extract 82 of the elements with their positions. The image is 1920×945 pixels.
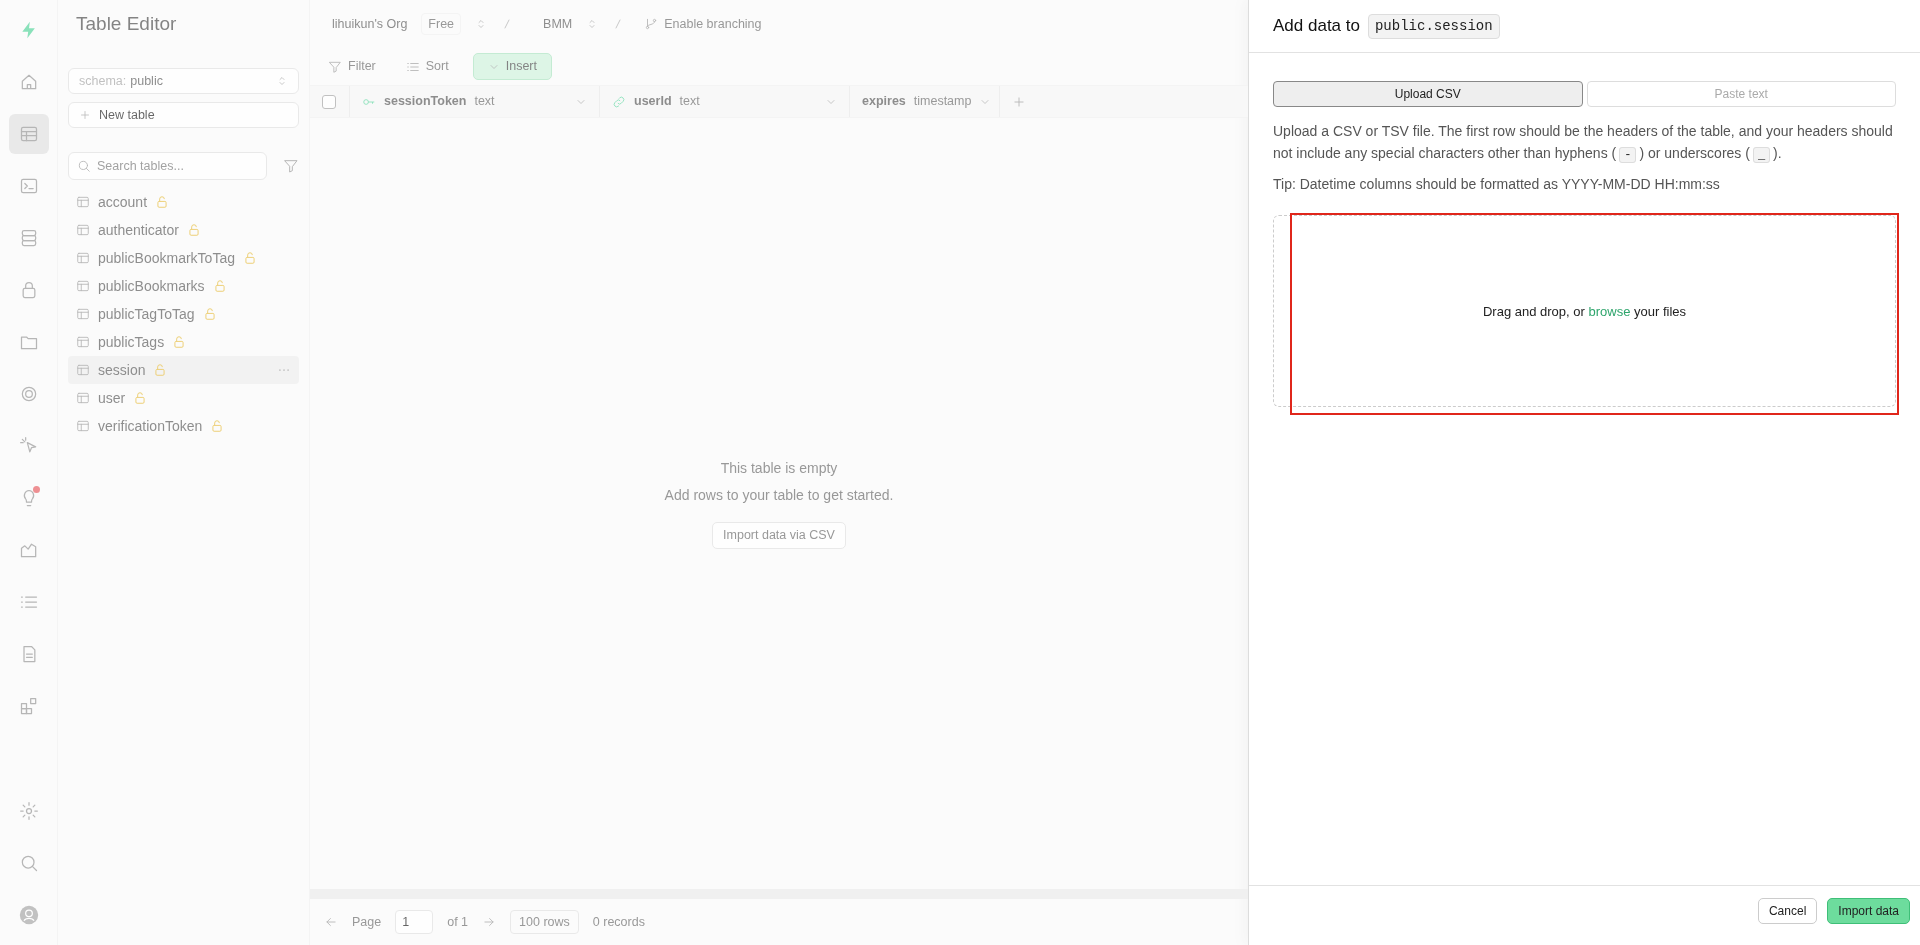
table-icon	[76, 279, 90, 293]
filter-button[interactable]: Filter	[322, 55, 382, 78]
table-icon	[76, 251, 90, 265]
unlocked-icon	[155, 195, 170, 209]
schema-value: public	[130, 72, 163, 90]
enable-branching-button[interactable]: Enable branching	[638, 12, 768, 36]
dropzone[interactable]: Drag and drop, or browse your files	[1273, 215, 1896, 408]
table-list-item[interactable]: publicBookmarks	[68, 272, 299, 300]
schema-select[interactable]: schema: public	[68, 68, 299, 94]
unlocked-icon	[210, 419, 225, 433]
search-icon	[77, 159, 91, 173]
rows-select[interactable]: 100 rows	[510, 909, 579, 935]
select-all-checkbox[interactable]	[322, 94, 336, 109]
unlocked-icon	[153, 363, 168, 377]
empty-subtitle: Add rows to your table to get started.	[664, 486, 894, 506]
browse-link[interactable]: browse	[1588, 303, 1631, 319]
unlocked-icon	[202, 307, 217, 321]
terminal-icon	[18, 176, 39, 196]
horizontal-scrollbar[interactable]	[310, 889, 1248, 899]
page-title: Table Editor	[75, 11, 178, 36]
import-button[interactable]: Import data	[1827, 897, 1910, 924]
table-icon	[76, 223, 90, 237]
mode-tab[interactable]: Upload CSV	[1273, 81, 1583, 107]
insert-button[interactable]: Insert	[472, 53, 552, 80]
table-icon	[76, 363, 90, 377]
branch-icon	[644, 17, 659, 31]
table-icon	[76, 419, 90, 433]
table-list-item[interactable]: publicBookmarkToTag	[68, 244, 299, 272]
unlocked-icon	[172, 335, 187, 349]
column-header[interactable]: expires timestamp	[850, 86, 1000, 117]
arrow-left-icon	[324, 915, 338, 929]
import-csv-button[interactable]: Import data via CSV	[712, 522, 846, 549]
table-name: public.session	[1367, 13, 1500, 39]
page-label: Page	[352, 913, 382, 931]
plus-icon	[79, 109, 91, 121]
table-list-item[interactable]: user	[68, 384, 299, 412]
mode-tab[interactable]: Paste text	[1586, 81, 1896, 107]
settings-icon	[18, 801, 39, 821]
nav-button[interactable]	[8, 114, 49, 154]
project-name[interactable]: BMM	[543, 14, 573, 34]
cancel-button[interactable]: Cancel	[1757, 897, 1818, 924]
unlocked-icon	[133, 391, 148, 405]
table-list-item[interactable]: publicTagToTag	[68, 300, 299, 328]
plan-badge: Free	[421, 12, 462, 36]
table-icon	[18, 124, 39, 144]
dropzone-text: your files	[1634, 303, 1687, 319]
column-header[interactable]: sessionToken text	[350, 86, 600, 117]
schema-label: schema:	[79, 72, 127, 90]
add-column-icon	[1012, 94, 1026, 109]
table-list-item[interactable]: verificationToken	[68, 412, 299, 440]
filter-icon	[283, 158, 299, 174]
unlocked-icon	[242, 251, 257, 265]
unlocked-icon	[212, 279, 227, 293]
org-name[interactable]: lihuikun's Org	[332, 14, 408, 34]
records-count: 0 records	[592, 913, 645, 931]
table-icon	[76, 335, 90, 349]
column-header[interactable]: userId text	[600, 86, 850, 117]
page-input[interactable]: 1	[395, 910, 434, 934]
table-icon	[76, 391, 90, 405]
search-field[interactable]: Search tables...	[68, 152, 267, 180]
description-text: Upload a CSV or TSV file. The first row should be the headers of the table, and your headers should not include any special characters other than hyphens ( - ) or underscores ( _ ).	[1273, 122, 1894, 165]
link-icon	[612, 94, 626, 109]
arrow-right-icon	[482, 915, 497, 929]
page-count: of 1	[447, 913, 469, 931]
tip-text: Tip: Datetime columns should be formatted as YYYY-MM-DD HH:mm:ss	[1273, 175, 1721, 195]
dropzone-text: Drag and drop, or	[1482, 303, 1585, 319]
table-list-item[interactable]: session	[68, 356, 299, 384]
table-list-item[interactable]: account	[68, 188, 299, 216]
table-list-item[interactable]: publicTags	[68, 328, 299, 356]
sort-button[interactable]: Sort	[399, 55, 455, 78]
panel-title: Add data to	[1273, 15, 1360, 38]
chart-icon	[18, 540, 39, 560]
blocks-icon	[18, 696, 39, 716]
unlocked-icon	[186, 223, 201, 237]
chevron-updown-icon	[276, 75, 288, 87]
avatar-icon	[18, 905, 39, 925]
new-table-button[interactable]: New table	[68, 102, 299, 128]
table-list-item[interactable]: authenticator	[68, 216, 299, 244]
table-icon	[76, 307, 90, 321]
empty-title: This table is empty	[720, 459, 838, 479]
table-icon	[76, 195, 90, 209]
filter-icon	[328, 59, 342, 74]
